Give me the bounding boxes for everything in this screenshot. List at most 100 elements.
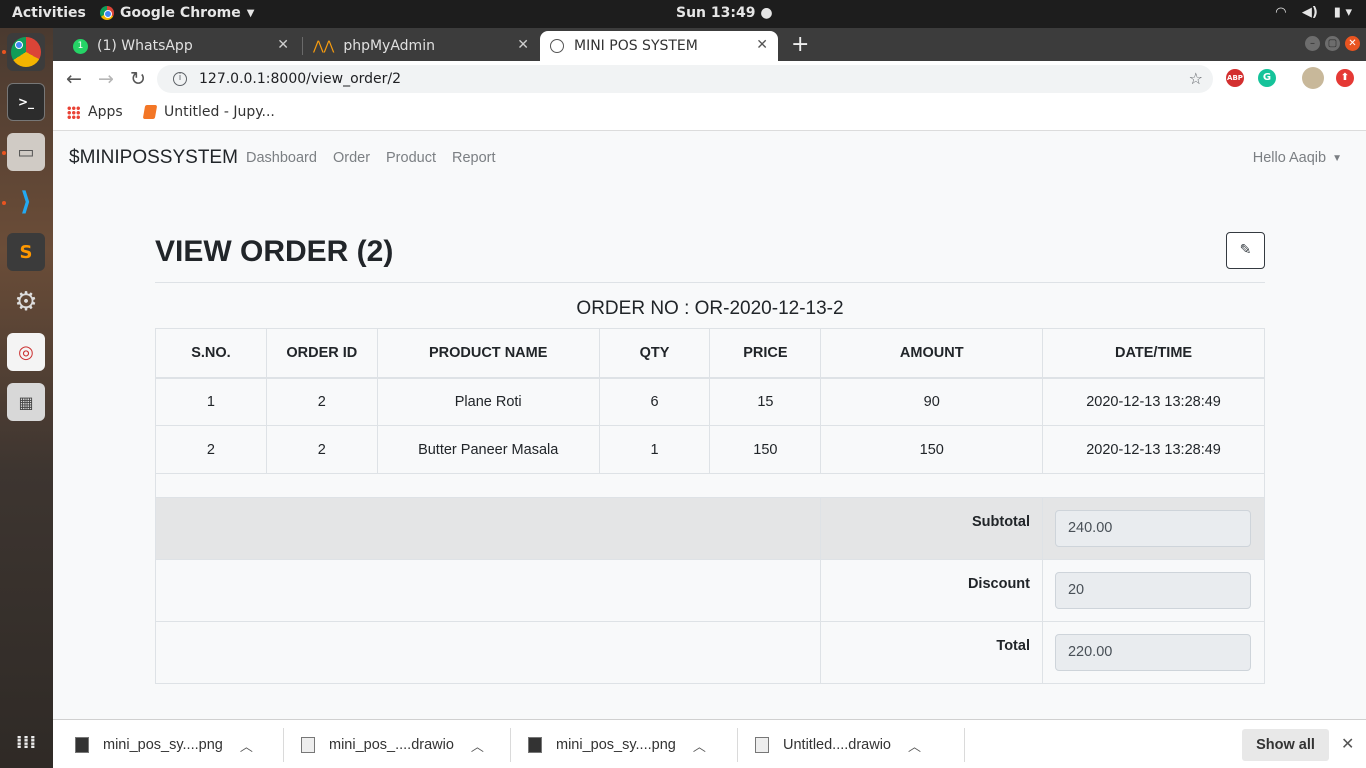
show-all-button[interactable]: Show all	[1242, 729, 1329, 761]
close-icon[interactable]: ✕	[1341, 734, 1354, 754]
divider	[155, 282, 1265, 283]
download-item[interactable]: mini_pos_sy....png ︿	[528, 720, 706, 768]
show-applications-icon[interactable]: ⁞⁞⁞	[7, 723, 45, 761]
minimize-icon[interactable]: –	[1305, 36, 1320, 51]
url-text: 127.0.0.1:8000/view_order/2	[199, 71, 402, 87]
back-icon[interactable]: ←	[66, 68, 82, 90]
bookmark-label: Apps	[88, 104, 123, 120]
cell-amount: 90	[820, 377, 1044, 426]
cell-price: 150	[709, 425, 822, 474]
extension-icon[interactable]: ⬆	[1336, 69, 1354, 87]
terminal-icon[interactable]: >_	[7, 83, 45, 121]
downloads-bar: mini_pos_sy....png ︿ mini_pos_....drawio…	[53, 719, 1366, 768]
cell-product-name: Butter Paneer Masala	[376, 425, 600, 474]
subtotal-row: Subtotal 240.00	[154, 497, 1266, 560]
site-navbar: $MINIPOSSYSTEM Dashboard Order Product R…	[53, 131, 1366, 187]
divider	[283, 728, 284, 762]
header-product-name: PRODUCT NAME	[376, 328, 600, 379]
total-field[interactable]: 220.00	[1054, 634, 1251, 671]
system-tray[interactable]: ◠ ◀) ▮ ▾	[1276, 5, 1352, 20]
apps-grid-icon	[67, 105, 80, 119]
image-file-icon	[528, 736, 542, 753]
avatar[interactable]	[1302, 67, 1324, 89]
settings-icon[interactable]: ⚙	[7, 283, 45, 321]
order-totals-table: Subtotal 240.00 Discount 20 Total 220.00	[154, 497, 1266, 684]
adblock-plus-icon[interactable]: ABP	[1226, 69, 1244, 87]
bookmark-star-icon[interactable]: ☆	[1189, 69, 1203, 88]
close-window-icon[interactable]: ✕	[1345, 36, 1360, 51]
grammarly-icon[interactable]: G	[1258, 69, 1276, 87]
close-icon[interactable]: ✕	[756, 37, 768, 53]
tab-whatsapp[interactable]: 1 (1) WhatsApp ✕	[63, 31, 299, 61]
tab-phpmyadmin[interactable]: ⋀⋀ phpMyAdmin ✕	[303, 31, 539, 61]
reload-icon[interactable]: ↻	[130, 68, 146, 90]
total-row: Total 220.00	[154, 621, 1266, 684]
nav-dashboard[interactable]: Dashboard	[246, 150, 317, 166]
chevron-up-icon[interactable]: ︿	[240, 736, 253, 755]
info-icon[interactable]: i	[173, 72, 187, 86]
tab-strip: 1 (1) WhatsApp ✕ ⋀⋀ phpMyAdmin ✕ MINI PO…	[53, 28, 1366, 61]
header-amount: AMOUNT	[820, 328, 1044, 379]
address-bar[interactable]: i 127.0.0.1:8000/view_order/2 ☆	[157, 65, 1213, 93]
download-item[interactable]: Untitled....drawio ︿	[755, 720, 921, 768]
wifi-icon: ◠	[1275, 5, 1286, 20]
subtotal-cell: 240.00	[1041, 497, 1266, 560]
discount-row: Discount 20	[154, 559, 1266, 622]
discount-label: Discount	[820, 559, 1043, 622]
maximize-icon[interactable]: ▢	[1325, 36, 1340, 51]
download-filename: mini_pos_....drawio	[329, 736, 454, 753]
brand-logo[interactable]: $MINIPOSSYSTEM	[69, 147, 238, 169]
chevron-up-icon[interactable]: ︿	[908, 736, 921, 755]
subtotal-field[interactable]: 240.00	[1054, 510, 1251, 547]
vscode-icon[interactable]: ⟩	[7, 183, 45, 221]
user-menu[interactable]: Hello Aaqib ▼	[1253, 150, 1342, 166]
bookmark-jupyter[interactable]: Untitled - Jupy...	[142, 104, 275, 120]
os-top-bar: Activities Google Chrome ▼ Sun 13:49 ● ◠…	[0, 0, 1366, 28]
edit-button[interactable]: ✎	[1226, 232, 1265, 269]
order-items-table: S.NO. ORDER ID PRODUCT NAME QTY PRICE AM…	[155, 328, 1265, 498]
libreoffice-icon[interactable]: ◎	[7, 333, 45, 371]
chrome-icon	[100, 6, 114, 20]
chevron-up-icon[interactable]: ︿	[693, 736, 706, 755]
user-greeting: Hello Aaqib	[1252, 150, 1327, 166]
download-filename: mini_pos_sy....png	[103, 736, 223, 753]
app-menu-label: Google Chrome	[120, 5, 241, 21]
forward-icon[interactable]: →	[98, 68, 114, 90]
file-icon	[301, 736, 315, 753]
window-controls: – ▢ ✕	[1305, 36, 1360, 51]
app-menu[interactable]: Google Chrome ▼	[100, 5, 254, 21]
tab-title: MINI POS SYSTEM	[574, 38, 698, 54]
close-icon[interactable]: ✕	[277, 37, 289, 53]
clock[interactable]: Sun 13:49 ●	[676, 5, 773, 21]
header-sno: S.NO.	[155, 328, 267, 379]
tab-mini-pos-system[interactable]: MINI POS SYSTEM ✕	[540, 31, 778, 61]
chevron-up-icon[interactable]: ︿	[471, 736, 484, 755]
cell-amount: 150	[820, 425, 1044, 474]
bookmark-apps[interactable]: Apps	[67, 104, 123, 120]
table-row: 2 2 Butter Paneer Masala 1 150 150 2020-…	[155, 425, 1265, 474]
divider	[737, 728, 738, 762]
download-item[interactable]: mini_pos_sy....png ︿	[75, 720, 253, 768]
empty-cell	[154, 559, 822, 622]
browser-window: 1 (1) WhatsApp ✕ ⋀⋀ phpMyAdmin ✕ MINI PO…	[53, 28, 1366, 768]
page-title: VIEW ORDER (2)	[155, 235, 394, 268]
close-icon[interactable]: ✕	[517, 37, 529, 53]
nav-product[interactable]: Product	[386, 150, 436, 166]
cell-datetime: 2020-12-13 13:28:49	[1042, 377, 1265, 426]
activities-button[interactable]: Activities	[12, 5, 86, 21]
sublime-text-icon[interactable]: S	[7, 233, 45, 271]
running-indicator	[2, 50, 6, 54]
calculator-icon[interactable]: ▦	[7, 383, 45, 421]
header-datetime: DATE/TIME	[1042, 328, 1265, 379]
web-page: $MINIPOSSYSTEM Dashboard Order Product R…	[53, 131, 1366, 719]
nav-order[interactable]: Order	[333, 150, 370, 166]
order-number: ORDER NO : OR-2020-12-13-2	[576, 298, 844, 319]
nav-report[interactable]: Report	[452, 150, 496, 166]
new-tab-button[interactable]: +	[791, 32, 809, 57]
header-order-id: ORDER ID	[265, 328, 378, 379]
download-item[interactable]: mini_pos_....drawio ︿	[301, 720, 484, 768]
files-icon[interactable]: ▭	[7, 133, 45, 171]
spacer-cell	[155, 473, 1265, 498]
chrome-launcher-icon[interactable]	[7, 33, 45, 71]
discount-field[interactable]: 20	[1054, 572, 1251, 609]
